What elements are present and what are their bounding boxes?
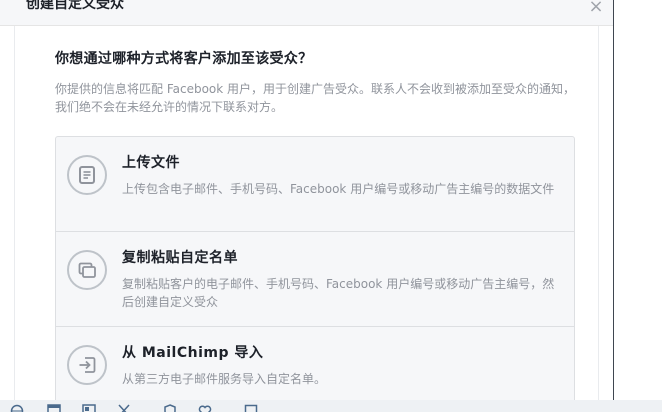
option-upload-file[interactable]: 上传文件 上传包含电子邮件、手机号码、Facebook 用户编号或移动广告主编号… bbox=[56, 137, 574, 232]
globe-icon[interactable] bbox=[10, 403, 24, 412]
screen: 创建自定义受众 × 你想通过哪种方式将客户添加至该受众？ 你提供的信息将匹配 F… bbox=[0, 0, 662, 412]
option-title: 上传文件 bbox=[122, 155, 180, 171]
section-description: 你提供的信息将匹配 Facebook 用户，用于创建广告受众。联系人不会收到被添… bbox=[55, 82, 576, 114]
window-icon[interactable] bbox=[82, 403, 96, 412]
shield-icon[interactable] bbox=[163, 403, 177, 412]
monitor-icon[interactable] bbox=[244, 403, 258, 412]
document-icon bbox=[67, 155, 107, 195]
window-edge bbox=[613, 0, 614, 412]
option-copy-paste-list[interactable]: 复制粘贴自定名单 复制粘贴客户的电子邮件、手机号码、Facebook 用户编号或… bbox=[56, 232, 574, 327]
window-icon[interactable] bbox=[47, 403, 61, 412]
import-icon bbox=[67, 345, 107, 385]
dialog-title: 创建自定义受众 bbox=[26, 0, 124, 12]
scissors-icon[interactable] bbox=[117, 403, 131, 412]
create-custom-audience-dialog: 创建自定义受众 × 你想通过哪种方式将客户添加至该受众？ 你提供的信息将匹配 F… bbox=[0, 0, 613, 412]
close-button[interactable]: × bbox=[588, 0, 604, 16]
option-title: 从 MailChimp 导入 bbox=[122, 345, 264, 361]
dialog-body-right-border bbox=[598, 26, 599, 412]
option-description: 复制粘贴客户的电子邮件、手机号码、Facebook 用户编号或移动广告主编号，然… bbox=[122, 277, 555, 309]
option-description: 上传包含电子邮件、手机号码、Facebook 用户编号或移动广告主编号的数据文件 bbox=[122, 182, 555, 196]
option-title: 复制粘贴自定名单 bbox=[122, 250, 238, 266]
taskbar bbox=[0, 400, 662, 412]
copy-paste-icon bbox=[67, 250, 107, 290]
option-description: 从第三方电子邮件服务导入自定名单。 bbox=[122, 372, 327, 386]
section-question: 你想通过哪种方式将客户添加至该受众？ bbox=[55, 51, 313, 67]
dialog-header: 创建自定义受众 × bbox=[0, 0, 613, 26]
heart-icon[interactable] bbox=[198, 403, 212, 412]
dialog-body-left-border bbox=[14, 26, 15, 412]
audience-source-options: 上传文件 上传包含电子邮件、手机号码、Facebook 用户编号或移动广告主编号… bbox=[55, 136, 575, 412]
